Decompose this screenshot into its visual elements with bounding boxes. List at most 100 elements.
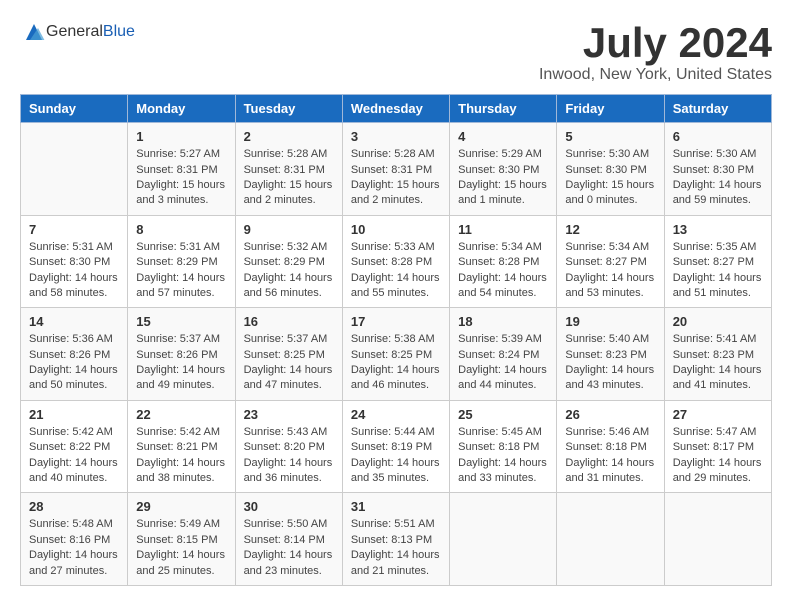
calendar-cell: 29Sunrise: 5:49 AMSunset: 8:15 PMDayligh…	[128, 493, 235, 586]
day-number: 22	[136, 407, 226, 422]
calendar-cell: 28 Sunrise: 5:48 AMSunset: 8:16 PMDayligh…	[21, 493, 128, 586]
week-row-4: 21 Sunrise: 5:42 AMSunset: 8:22 PMDayligh…	[21, 400, 772, 493]
day-number: 8	[136, 222, 226, 237]
calendar-cell: 21 Sunrise: 5:42 AMSunset: 8:22 PMDayligh…	[21, 400, 128, 493]
calendar-cell: 24 Sunrise: 5:44 AMSunset: 8:19 PMDayligh…	[342, 400, 449, 493]
calendar-cell: 1 Sunrise: 5:27 AMSunset: 8:31 PMDaylight…	[128, 123, 235, 216]
calendar-cell: 18 Sunrise: 5:39 AMSunset: 8:24 PMDayligh…	[450, 308, 557, 401]
cell-content: Sunrise: 5:28 AMSunset: 8:31 PMDaylight:…	[351, 147, 441, 209]
day-number: 19	[565, 314, 655, 329]
month-title: July 2024	[539, 20, 772, 66]
day-number: 26	[565, 407, 655, 422]
calendar-header: SundayMondayTuesdayWednesdayThursdayFrid…	[21, 95, 772, 123]
calendar-cell: 22 Sunrise: 5:42 AMSunset: 8:21 PMDayligh…	[128, 400, 235, 493]
header-row: SundayMondayTuesdayWednesdayThursdayFrid…	[21, 95, 772, 123]
day-number: 4	[458, 129, 548, 144]
calendar-cell: 13Sunrise: 5:35 AMSunset: 8:27 PMDayligh…	[664, 215, 771, 308]
calendar-cell: 16 Sunrise: 5:37 AMSunset: 8:25 PMDayligh…	[235, 308, 342, 401]
cell-content: Sunrise: 5:42 AMSunset: 8:21 PMDaylight:…	[136, 425, 226, 487]
day-number: 16	[244, 314, 334, 329]
day-number: 12	[565, 222, 655, 237]
day-number: 18	[458, 314, 548, 329]
day-number: 27	[673, 407, 763, 422]
cell-content: Sunrise: 5:50 AMSunset: 8:14 PMDaylight:…	[244, 517, 334, 579]
calendar-cell: 2 Sunrise: 5:28 AMSunset: 8:31 PMDaylight…	[235, 123, 342, 216]
page-header: GeneralBlue July 2024 Inwood, New York, …	[20, 20, 772, 84]
cell-content: Sunrise: 5:40 AMSunset: 8:23 PMDaylight:…	[565, 332, 655, 394]
logo-icon	[22, 20, 46, 44]
day-number: 23	[244, 407, 334, 422]
calendar-cell: 5 Sunrise: 5:30 AMSunset: 8:30 PMDaylight…	[557, 123, 664, 216]
calendar-cell: 12 Sunrise: 5:34 AMSunset: 8:27 PMDayligh…	[557, 215, 664, 308]
day-number: 5	[565, 129, 655, 144]
calendar-cell: 7 Sunrise: 5:31 AMSunset: 8:30 PMDaylight…	[21, 215, 128, 308]
cell-content: Sunrise: 5:34 AMSunset: 8:28 PMDaylight:…	[458, 240, 548, 302]
day-number: 11	[458, 222, 548, 237]
cell-content: Sunrise: 5:31 AMSunset: 8:30 PMDaylight:…	[29, 240, 119, 302]
calendar-cell: 11 Sunrise: 5:34 AMSunset: 8:28 PMDayligh…	[450, 215, 557, 308]
cell-content: Sunrise: 5:38 AMSunset: 8:25 PMDaylight:…	[351, 332, 441, 394]
cell-content: Sunrise: 5:39 AMSunset: 8:24 PMDaylight:…	[458, 332, 548, 394]
calendar-cell: 15Sunrise: 5:37 AMSunset: 8:26 PMDayligh…	[128, 308, 235, 401]
calendar-cell: 8Sunrise: 5:31 AMSunset: 8:29 PMDaylight…	[128, 215, 235, 308]
calendar-cell: 23Sunrise: 5:43 AMSunset: 8:20 PMDayligh…	[235, 400, 342, 493]
day-number: 30	[244, 499, 334, 514]
header-day-thursday: Thursday	[450, 95, 557, 123]
calendar-cell: 26 Sunrise: 5:46 AMSunset: 8:18 PMDayligh…	[557, 400, 664, 493]
cell-content: Sunrise: 5:37 AMSunset: 8:25 PMDaylight:…	[244, 332, 334, 394]
cell-content: Sunrise: 5:27 AMSunset: 8:31 PMDaylight:…	[136, 147, 226, 209]
logo-text-blue: Blue	[103, 23, 135, 40]
calendar-cell: 30 Sunrise: 5:50 AMSunset: 8:14 PMDayligh…	[235, 493, 342, 586]
calendar-cell: 17Sunrise: 5:38 AMSunset: 8:25 PMDayligh…	[342, 308, 449, 401]
cell-content: Sunrise: 5:28 AMSunset: 8:31 PMDaylight:…	[244, 147, 334, 209]
day-number: 7	[29, 222, 119, 237]
day-number: 20	[673, 314, 763, 329]
title-block: July 2024 Inwood, New York, United State…	[539, 20, 772, 84]
day-number: 6	[673, 129, 763, 144]
header-day-friday: Friday	[557, 95, 664, 123]
cell-content: Sunrise: 5:32 AMSunset: 8:29 PMDaylight:…	[244, 240, 334, 302]
calendar-body: 1 Sunrise: 5:27 AMSunset: 8:31 PMDaylight…	[21, 123, 772, 586]
week-row-3: 14 Sunrise: 5:36 AMSunset: 8:26 PMDayligh…	[21, 308, 772, 401]
cell-content: Sunrise: 5:33 AMSunset: 8:28 PMDaylight:…	[351, 240, 441, 302]
day-number: 1	[136, 129, 226, 144]
cell-content: Sunrise: 5:30 AMSunset: 8:30 PMDaylight:…	[565, 147, 655, 209]
day-number: 28	[29, 499, 119, 514]
cell-content: Sunrise: 5:41 AMSunset: 8:23 PMDaylight:…	[673, 332, 763, 394]
logo: GeneralBlue	[20, 20, 135, 44]
day-number: 2	[244, 129, 334, 144]
calendar-cell	[450, 493, 557, 586]
day-number: 24	[351, 407, 441, 422]
cell-content: Sunrise: 5:29 AMSunset: 8:30 PMDaylight:…	[458, 147, 548, 209]
day-number: 25	[458, 407, 548, 422]
day-number: 9	[244, 222, 334, 237]
header-day-tuesday: Tuesday	[235, 95, 342, 123]
cell-content: Sunrise: 5:47 AMSunset: 8:17 PMDaylight:…	[673, 425, 763, 487]
calendar-cell: 4 Sunrise: 5:29 AMSunset: 8:30 PMDaylight…	[450, 123, 557, 216]
cell-content: Sunrise: 5:36 AMSunset: 8:26 PMDaylight:…	[29, 332, 119, 394]
cell-content: Sunrise: 5:44 AMSunset: 8:19 PMDaylight:…	[351, 425, 441, 487]
cell-content: Sunrise: 5:45 AMSunset: 8:18 PMDaylight:…	[458, 425, 548, 487]
header-day-sunday: Sunday	[21, 95, 128, 123]
cell-content: Sunrise: 5:46 AMSunset: 8:18 PMDaylight:…	[565, 425, 655, 487]
calendar-cell	[664, 493, 771, 586]
calendar-cell: 9 Sunrise: 5:32 AMSunset: 8:29 PMDaylight…	[235, 215, 342, 308]
cell-content: Sunrise: 5:48 AMSunset: 8:16 PMDaylight:…	[29, 517, 119, 579]
day-number: 15	[136, 314, 226, 329]
day-number: 3	[351, 129, 441, 144]
day-number: 31	[351, 499, 441, 514]
cell-content: Sunrise: 5:42 AMSunset: 8:22 PMDaylight:…	[29, 425, 119, 487]
cell-content: Sunrise: 5:49 AMSunset: 8:15 PMDaylight:…	[136, 517, 226, 579]
day-number: 14	[29, 314, 119, 329]
cell-content: Sunrise: 5:34 AMSunset: 8:27 PMDaylight:…	[565, 240, 655, 302]
calendar-cell: 3 Sunrise: 5:28 AMSunset: 8:31 PMDaylight…	[342, 123, 449, 216]
cell-content: Sunrise: 5:30 AMSunset: 8:30 PMDaylight:…	[673, 147, 763, 209]
calendar-cell	[21, 123, 128, 216]
week-row-2: 7 Sunrise: 5:31 AMSunset: 8:30 PMDaylight…	[21, 215, 772, 308]
cell-content: Sunrise: 5:51 AMSunset: 8:13 PMDaylight:…	[351, 517, 441, 579]
calendar-table: SundayMondayTuesdayWednesdayThursdayFrid…	[20, 94, 772, 586]
day-number: 21	[29, 407, 119, 422]
calendar-cell: 31 Sunrise: 5:51 AMSunset: 8:13 PMDayligh…	[342, 493, 449, 586]
calendar-cell: 25 Sunrise: 5:45 AMSunset: 8:18 PMDayligh…	[450, 400, 557, 493]
calendar-cell: 20 Sunrise: 5:41 AMSunset: 8:23 PMDayligh…	[664, 308, 771, 401]
